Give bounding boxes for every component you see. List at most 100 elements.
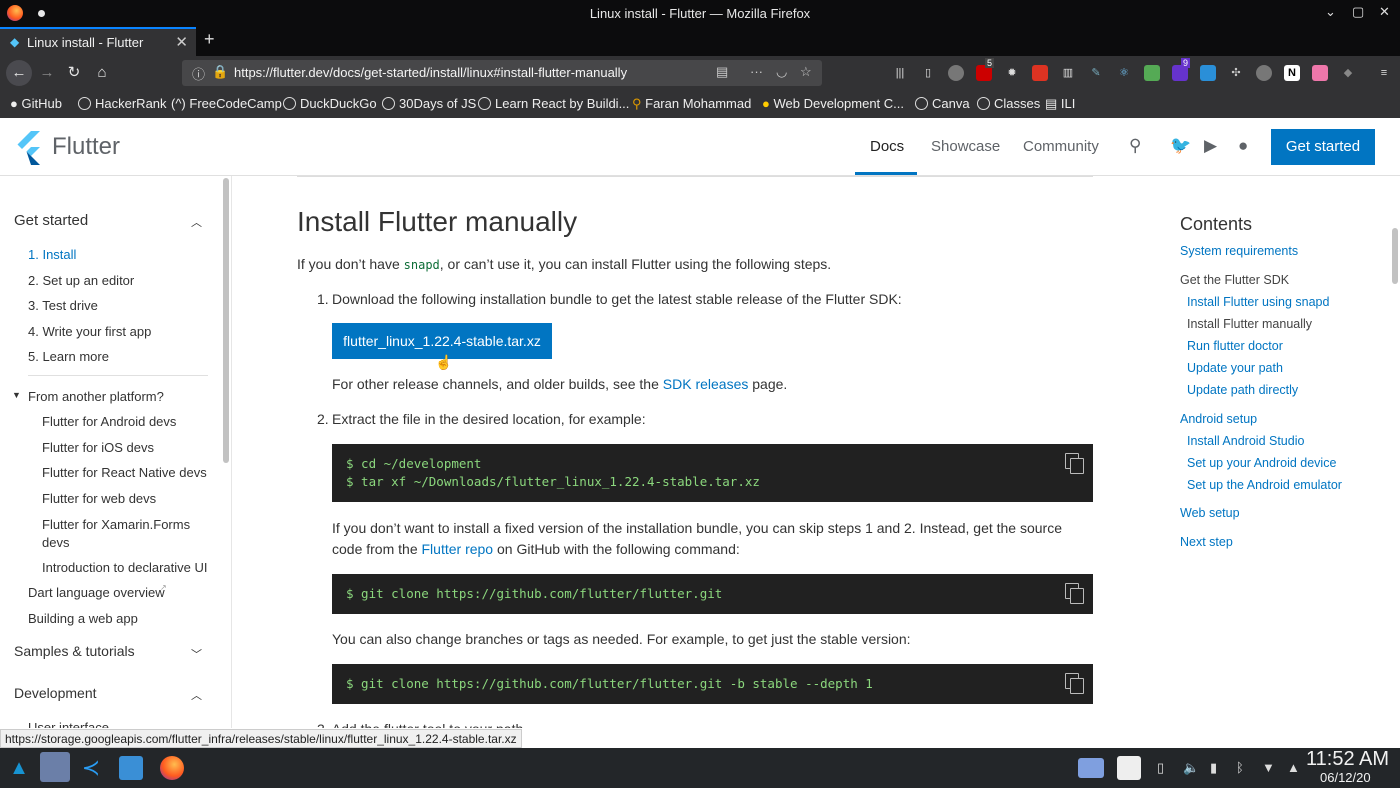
bookmark-learn-react[interactable]: Learn React by Buildi... [478,96,629,111]
sdk-releases-link[interactable]: SDK releases [663,376,749,392]
toc-install-manually[interactable]: Install Flutter manually [1187,317,1312,331]
bookmark-ili[interactable]: ▤ ILI [1045,96,1075,112]
grid-extension-icon[interactable]: ▥ [1060,65,1076,81]
reader-view-icon[interactable]: ▤ [716,64,728,80]
screen-icon[interactable] [1078,758,1104,778]
bookmark-freecodecamp[interactable]: (^) FreeCodeCamp [171,96,282,111]
forward-icon[interactable]: → [36,62,58,84]
sidebar-item-test-drive[interactable]: 3. Test drive [28,298,98,313]
circle-extension-icon[interactable] [1256,65,1272,81]
desktop-pager-icon[interactable] [40,752,70,782]
flutter-logo-icon[interactable] [14,131,42,165]
clock-time[interactable]: 11:52 AM [1306,748,1389,771]
code-block-git-clone-stable[interactable]: $ git clone https://github.com/flutter/f… [332,664,1093,704]
sidebar-from-another-platform[interactable]: From another platform? [28,389,164,404]
pocket-icon[interactable]: ◡ [776,64,787,80]
toc-android-setup[interactable]: Android setup [1180,412,1257,426]
sidebar-scrollbar[interactable] [223,178,229,463]
color-extension-icon[interactable] [1312,65,1328,81]
bookmark-faran-mohammad[interactable]: ⚲ Faran Mohammad [632,96,751,112]
vscode-icon[interactable]: ≺ [79,756,103,780]
sidebar-item-install[interactable]: 1. Install [28,247,76,262]
sidebar-item-android-devs[interactable]: Flutter for Android devs [42,414,176,429]
puzzle-extension-icon[interactable]: ✣ [1228,65,1244,81]
bookmark-canva[interactable]: Canva [915,96,970,111]
sidebar-samples[interactable]: Samples & tutorials [14,643,135,659]
file-manager-icon[interactable] [119,756,143,780]
address-bar[interactable]: ⓘ 🔒 https://flutter.dev/docs/get-started… [182,60,822,86]
toc-update-path[interactable]: Update your path [1187,361,1283,375]
maximize-icon[interactable]: ▢ [1352,4,1364,20]
bookmark-hackerrank[interactable]: HackerRank [78,96,167,111]
sidebar-item-dart-overview[interactable]: Dart language overview [28,585,165,600]
react-devtools-icon[interactable]: ⚛ [1116,65,1132,81]
home-icon[interactable]: ⌂ [91,62,113,84]
chevron-down-icon[interactable]: ﹀ [191,646,202,662]
tab-linux-install[interactable]: ◆ Linux install - Flutter ✕ [0,27,196,56]
toc-setup-device[interactable]: Set up your Android device [1187,456,1336,470]
firefox-taskbar-icon[interactable] [160,756,184,780]
hamburger-menu-icon[interactable]: ≡ [1376,65,1392,81]
sidebar-item-editor[interactable]: 2. Set up an editor [28,273,134,288]
clipboard-icon[interactable]: ▯ [1157,760,1164,776]
bookmark-classes[interactable]: Classes [977,96,1040,111]
translate-extension-icon[interactable] [1200,65,1216,81]
toc-run-doctor[interactable]: Run flutter doctor [1187,339,1283,353]
code-block-extract[interactable]: $ cd ~/development $ tar xf ~/Downloads/… [332,444,1093,502]
battery-icon[interactable]: ▮ [1210,760,1217,776]
nav-showcase[interactable]: Showcase [931,138,1000,155]
url-text[interactable]: https://flutter.dev/docs/get-started/ins… [234,65,627,80]
back-icon[interactable]: ← [6,60,32,86]
search-icon[interactable]: ⚲ [1129,136,1141,156]
get-started-button[interactable]: Get started [1271,129,1375,165]
gear-extension-icon[interactable]: ✹ [1004,65,1020,81]
site-logo-text[interactable]: Flutter [52,133,120,161]
nav-docs[interactable]: Docs [870,138,904,155]
pdf-extension-icon[interactable] [1032,65,1048,81]
sidebar-development[interactable]: Development [14,685,97,701]
sidebar-item-user-interface[interactable]: User interface [28,720,109,728]
sidebar-item-first-app[interactable]: 4. Write your first app [28,324,151,339]
code-block-git-clone[interactable]: $ git clone https://github.com/flutter/f… [332,574,1093,614]
pen-extension-icon[interactable]: ✎ [1088,65,1104,81]
reload-icon[interactable]: ↻ [63,62,85,84]
close-tab-icon[interactable]: ✕ [175,33,188,51]
sidebar-item-building-web-app[interactable]: Building a web app [28,611,138,626]
youtube-icon[interactable]: ▶ [1204,136,1217,156]
page-scrollbar[interactable] [1392,228,1398,284]
sidebar-item-xamarin-devs[interactable]: Flutter for Xamarin.Forms devs [42,516,202,552]
info-icon[interactable]: ⓘ [192,64,205,83]
tray-expand-icon[interactable]: ▲ [1287,760,1300,775]
sidebar-item-web-devs[interactable]: Flutter for web devs [42,491,156,506]
sidebar-item-ios-devs[interactable]: Flutter for iOS devs [42,440,154,455]
new-tab-icon[interactable]: + [204,29,215,50]
toc-next-step[interactable]: Next step [1180,535,1233,549]
account-icon[interactable] [948,65,964,81]
twitter-icon[interactable]: 🐦 [1170,136,1191,156]
toc-web-setup[interactable]: Web setup [1180,506,1240,520]
bookmark-duckduckgo[interactable]: DuckDuckGo [283,96,377,111]
volume-icon[interactable]: 🔈 [1183,760,1199,776]
nav-community[interactable]: Community [1023,138,1099,155]
arch-launcher-icon[interactable]: ▲ [7,756,31,780]
toc-system-requirements[interactable]: System requirements [1180,244,1298,258]
notion-extension-icon[interactable]: N [1284,65,1300,81]
close-window-icon[interactable]: ✕ [1379,4,1390,20]
github-icon[interactable]: ● [1238,136,1248,156]
toc-install-snapd[interactable]: Install Flutter using snapd [1187,295,1329,309]
copy-icon[interactable] [1065,583,1084,604]
toc-update-path-directly[interactable]: Update path directly [1187,383,1298,397]
sidebar-item-declarative-ui[interactable]: Introduction to declarative UI [42,560,207,575]
chevron-up-icon[interactable]: ︿ [191,214,202,230]
toc-setup-emulator[interactable]: Set up the Android emulator [1187,478,1342,492]
toc-get-sdk[interactable]: Get the Flutter SDK [1180,273,1289,287]
wifi-icon[interactable]: ▼ [1262,760,1275,775]
chevron-up-icon[interactable]: ︿ [191,687,202,703]
caret-down-icon[interactable]: ▼ [12,390,21,400]
library-icon[interactable]: ||| [892,65,908,81]
bookmark-30days-js[interactable]: 30Days of JS [382,96,476,111]
sidebar-item-react-native-devs[interactable]: Flutter for React Native devs [42,465,207,480]
minimize-icon[interactable]: ⌄ [1325,4,1336,20]
clock-date[interactable]: 06/12/20 [1320,770,1371,785]
green-extension-icon[interactable] [1144,65,1160,81]
